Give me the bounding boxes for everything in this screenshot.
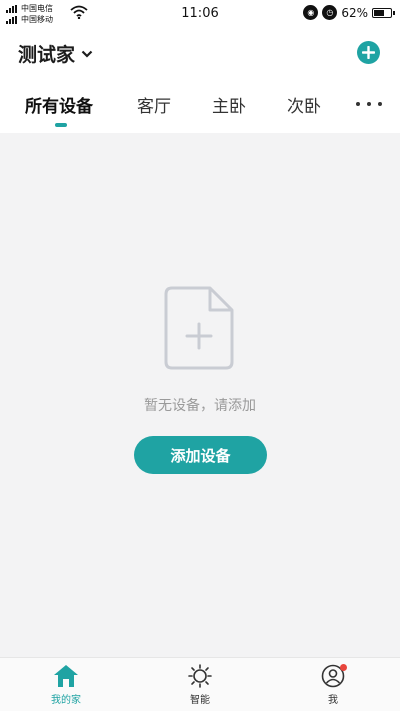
system-icons: ◉ ◷ 62% bbox=[303, 5, 395, 20]
status-bar: 中国电信 中国移动 11:06 ◉ ◷ 62% bbox=[0, 0, 400, 30]
tab-master-bedroom[interactable]: 主卧 bbox=[212, 92, 246, 117]
empty-message: 暂无设备，请添加 bbox=[144, 398, 256, 414]
alarm-icon: ◷ bbox=[322, 5, 338, 20]
tab-second-bedroom[interactable]: 次卧 bbox=[287, 92, 321, 117]
home-selector[interactable]: 测试家 bbox=[18, 40, 93, 67]
active-tab-indicator bbox=[55, 123, 67, 127]
battery-fill bbox=[374, 9, 384, 16]
more-tabs-button[interactable] bbox=[356, 96, 382, 112]
nav-my-home[interactable]: 我的家 bbox=[31, 664, 101, 706]
nav-label-smart: 智能 bbox=[190, 695, 210, 706]
add-home-button[interactable] bbox=[357, 41, 380, 64]
plus-icon bbox=[362, 46, 375, 59]
notification-badge bbox=[340, 664, 347, 671]
battery-percent: 62% bbox=[341, 5, 368, 20]
battery-icon bbox=[372, 7, 395, 18]
bottom-navigation: 我的家 智能 我 bbox=[0, 657, 400, 711]
home-icon bbox=[54, 665, 78, 687]
ring-mode-icon: ◉ bbox=[303, 5, 319, 20]
dot bbox=[378, 102, 382, 106]
chevron-down-icon bbox=[81, 50, 93, 58]
tab-living-room[interactable]: 客厅 bbox=[137, 92, 171, 117]
tab-all-devices[interactable]: 所有设备 bbox=[25, 92, 93, 117]
sun-icon bbox=[188, 664, 212, 688]
top-panel: 中国电信 中国移动 11:06 ◉ ◷ 62% 测试家 所有设备 客厅 主卧 次… bbox=[0, 0, 400, 133]
dot bbox=[356, 102, 360, 106]
add-device-button[interactable]: 添加设备 bbox=[134, 436, 267, 474]
nav-label-my-home: 我的家 bbox=[51, 695, 81, 706]
nav-smart[interactable]: 智能 bbox=[165, 664, 235, 706]
dot bbox=[367, 102, 371, 106]
home-name: 测试家 bbox=[18, 44, 76, 66]
nav-me[interactable]: 我 bbox=[298, 664, 368, 706]
room-tabs: 所有设备 客厅 主卧 次卧 bbox=[0, 92, 400, 122]
nav-label-me: 我 bbox=[328, 695, 338, 706]
empty-document-icon bbox=[164, 286, 234, 370]
